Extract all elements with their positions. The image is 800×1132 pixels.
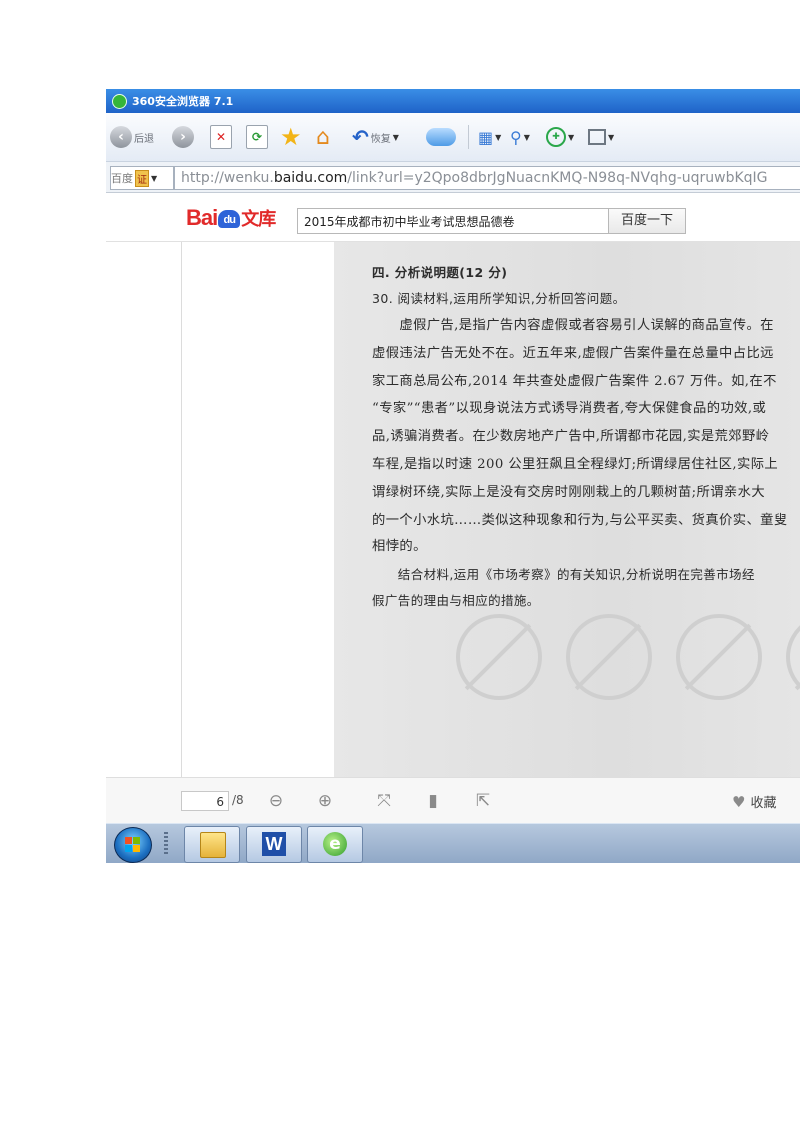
- home-icon: ⌂: [316, 124, 330, 150]
- stop-button[interactable]: ✕: [210, 125, 232, 149]
- faded-prohibition-icon: [676, 614, 762, 700]
- taskbar-grip[interactable]: [164, 832, 168, 856]
- wenku-search-input[interactable]: 2015年成都市初中毕业考试思想品德卷: [297, 208, 609, 234]
- fullscreen-icon[interactable]: ⤧: [373, 790, 395, 812]
- doc-line: 结合材料,运用《市场考察》的有关知识,分析说明在完善市场经: [372, 567, 755, 582]
- doc-line: 车程,是指以时速 200 公里狂飙且全程绿灯;所谓绿居住社区,实际上: [372, 457, 779, 472]
- search-engine-name: 百度: [111, 172, 133, 185]
- doc-line: 品,诱骗消费者。在少数房地产广告中,所谓都市花园,实是荒郊野岭: [372, 429, 770, 444]
- toolbar-divider: [468, 125, 469, 149]
- screenshot-button[interactable]: ▼: [588, 125, 614, 149]
- folder-icon: [200, 832, 226, 858]
- security-dropdown-icon: ▼: [568, 132, 575, 142]
- url-path: /link?url=y2Qpo8dbrJgNuacnKMQ-N98q-NVqhg…: [347, 170, 768, 186]
- shield-icon: ✚: [546, 127, 566, 147]
- doc-line: 虚假违法广告无处不在。近五年来,虚假广告案件量在总量中占比远: [372, 346, 774, 361]
- faded-prohibition-icon: [786, 614, 800, 700]
- word-icon: W: [262, 832, 286, 856]
- url-prefix: http://wenku.: [181, 170, 274, 186]
- wenku-header: Bai du 文库 2015年成都市初中毕业考试思想品德卷 百度一下: [106, 193, 800, 242]
- home-button[interactable]: ⌂: [316, 124, 330, 150]
- faded-prohibition-icon: [566, 614, 652, 700]
- cloud-button[interactable]: [426, 125, 456, 149]
- doc-line: 的一个小水坑……类似这种现象和行为,与公平买卖、货真价实、童叟: [372, 513, 788, 528]
- magnifier-icon: ⚲: [510, 127, 522, 147]
- doc-line: “专家”“患者”以现身说法方式诱导消费者,夸大保健食品的功效,或: [372, 401, 767, 416]
- browser-screenshot: 360安全浏览器 7.1 ‹ 后退 › ✕ ⟳ ★ ⌂ ↶ 恢复 ▼ ▦ ▼ ⚲…: [106, 89, 800, 863]
- collect-button[interactable]: ♥ 收藏: [732, 792, 776, 811]
- taskbar: W e: [106, 823, 800, 863]
- paw-icon: du: [218, 210, 241, 228]
- forward-button[interactable]: ›: [172, 125, 194, 149]
- star-icon: ★: [280, 123, 302, 151]
- title-bar: 360安全浏览器 7.1: [106, 89, 800, 113]
- back-button[interactable]: ‹ 后退: [110, 125, 154, 149]
- doc-line: 谓绿树环绕,实际上是没有交房时刚刚栽上的几颗树苗;所谓亲水大: [372, 485, 766, 500]
- back-label: 后退: [134, 133, 154, 145]
- document-viewer: 四. 分析说明题(12 分) 30. 阅读材料,运用所学知识,分析回答问题。 虚…: [106, 242, 800, 777]
- doc-line: 虚假广告,是指广告内容虚假或者容易引人误解的商品宣传。在: [372, 318, 774, 333]
- window-title: 360安全浏览器 7.1: [132, 95, 234, 108]
- zoom-out-icon[interactable]: ⊖: [265, 790, 287, 812]
- cloud-icon: [426, 128, 456, 146]
- apps-button[interactable]: ▦ ▼: [478, 125, 501, 149]
- bookmark-icon[interactable]: ▮: [422, 790, 444, 812]
- screenshot-icon: [588, 129, 606, 145]
- find-dropdown-icon: ▼: [523, 132, 530, 142]
- security-button[interactable]: ✚ ▼: [546, 125, 574, 149]
- document-page[interactable]: 四. 分析说明题(12 分) 30. 阅读材料,运用所学知识,分析回答问题。 虚…: [334, 242, 800, 777]
- heart-icon: ♥: [732, 793, 746, 811]
- refresh-icon: ⟳: [246, 125, 268, 149]
- taskbar-app-360-browser[interactable]: e: [307, 826, 363, 863]
- url-domain: baidu.com: [273, 170, 348, 186]
- stop-icon: ✕: [210, 125, 232, 149]
- logo-text-wenku: 文库: [241, 209, 276, 229]
- forward-arrow-icon: ›: [172, 126, 194, 148]
- reader-toolbar: 6 /8 ⊖ ⊕ ⤧ ▮ ⇱ ♥ 收藏: [106, 777, 800, 824]
- doc-line: 四. 分析说明题(12 分): [372, 265, 508, 280]
- left-gutter: [182, 242, 335, 777]
- doc-line: 相悖的。: [372, 539, 427, 554]
- url-field[interactable]: http://wenku.baidu.com/link?url=y2Qpo8db…: [174, 166, 800, 190]
- search-engine-selector[interactable]: 百度 证 ▼: [110, 166, 174, 190]
- browser-e-icon: e: [323, 832, 347, 856]
- browser-logo-icon: [112, 93, 127, 109]
- restore-dropdown-icon[interactable]: ▼: [393, 133, 399, 142]
- collect-label: 收藏: [750, 796, 777, 811]
- share-icon[interactable]: ⇱: [472, 790, 494, 812]
- find-button[interactable]: ⚲ ▼: [510, 125, 530, 149]
- favorites-button[interactable]: ★: [280, 123, 302, 151]
- undo-icon: ↶: [352, 125, 369, 149]
- taskbar-app-explorer[interactable]: [184, 826, 240, 863]
- address-bar: 百度 证 ▼ http://wenku.baidu.com/link?url=y…: [106, 162, 800, 193]
- screenshot-dropdown-icon: ▼: [608, 132, 615, 142]
- page-number-input[interactable]: 6: [181, 791, 229, 811]
- apps-dropdown-icon: ▼: [495, 132, 502, 142]
- faded-prohibition-icon: [456, 614, 542, 700]
- start-button[interactable]: [114, 827, 152, 863]
- logo-text-bai: Bai: [186, 205, 218, 230]
- engine-dropdown-icon: ▼: [151, 173, 158, 183]
- apps-grid-icon: ▦: [478, 127, 494, 147]
- zoom-in-icon[interactable]: ⊕: [314, 790, 336, 812]
- windows-logo-icon: [125, 837, 141, 853]
- restore-button[interactable]: ↶ 恢复 ▼: [352, 125, 399, 149]
- doc-line: 家工商总局公布,2014 年共查处虚假广告案件 2.67 万件。如,在不: [372, 374, 777, 389]
- browser-toolbar: ‹ 后退 › ✕ ⟳ ★ ⌂ ↶ 恢复 ▼ ▦ ▼ ⚲ ▼ ✚ ▼ ▼: [106, 113, 800, 162]
- doc-line: 假广告的理由与相应的措施。: [372, 593, 540, 608]
- back-arrow-icon: ‹: [110, 126, 132, 148]
- restore-label: 恢复: [370, 133, 391, 145]
- taskbar-app-wps-writer[interactable]: W: [246, 826, 302, 863]
- page-total: /8: [232, 793, 244, 807]
- baidu-search-button[interactable]: 百度一下: [608, 208, 686, 234]
- baidu-wenku-logo[interactable]: Bai du 文库: [186, 205, 276, 231]
- doc-line: 30. 阅读材料,运用所学知识,分析回答问题。: [372, 291, 626, 306]
- certificate-badge: 证: [135, 169, 149, 187]
- refresh-button[interactable]: ⟳: [246, 125, 268, 149]
